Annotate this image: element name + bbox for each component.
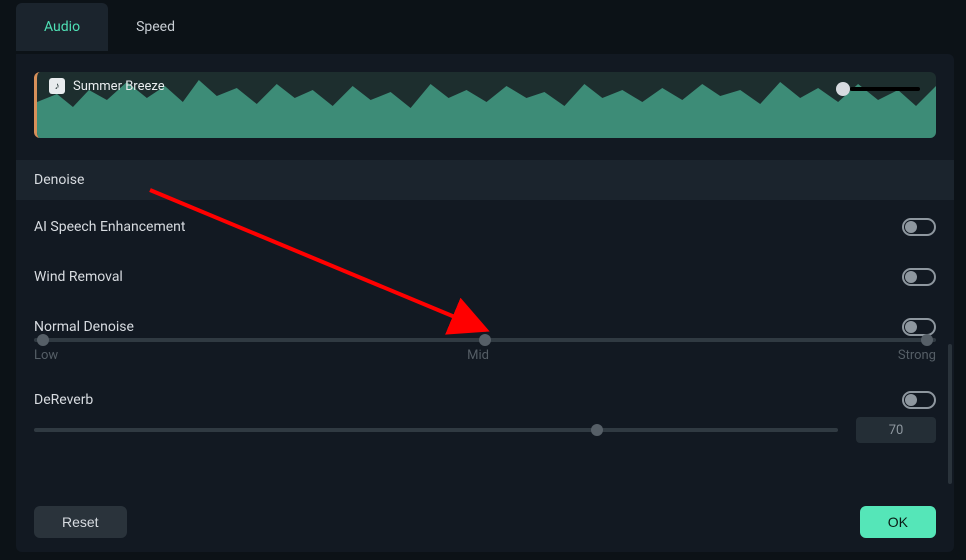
label-ai-speech: AI Speech Enhancement — [34, 219, 185, 235]
track-title: Summer Breeze — [73, 79, 165, 94]
ok-button[interactable]: OK — [860, 506, 936, 538]
footer: Reset OK — [34, 506, 936, 538]
dereverb-thumb[interactable] — [591, 424, 603, 436]
slider-strong-label: Strong — [898, 348, 936, 363]
label-normal-denoise: Normal Denoise — [34, 319, 134, 335]
scrollbar[interactable] — [948, 344, 952, 484]
toggle-normal-denoise[interactable] — [902, 318, 936, 336]
reset-button[interactable]: Reset — [34, 506, 127, 538]
slider-thumb-mid[interactable] — [479, 334, 491, 346]
slider-low-label: Low — [34, 348, 58, 363]
dereverb-value[interactable]: 70 — [856, 417, 936, 443]
row-wind-removal: Wind Removal — [34, 250, 936, 300]
tab-speed[interactable]: Speed — [108, 3, 203, 51]
row-dereverb: DeReverb — [34, 373, 936, 417]
label-wind-removal: Wind Removal — [34, 269, 123, 285]
normal-denoise-slider[interactable] — [34, 338, 936, 342]
waveform-graphic — [37, 72, 936, 138]
content-area: ♪ Summer Breeze Denoise AI Speech Enhanc… — [16, 54, 954, 552]
handle-dot — [836, 82, 850, 96]
handle-bar — [850, 87, 920, 91]
toggle-ai-speech[interactable] — [902, 218, 936, 236]
slider-thumb-end[interactable] — [921, 334, 933, 346]
toggle-wind-removal[interactable] — [902, 268, 936, 286]
track-label: ♪ Summer Breeze — [49, 78, 165, 94]
slider-thumb-start[interactable] — [37, 334, 49, 346]
tab-audio[interactable]: Audio — [16, 3, 108, 51]
volume-handle[interactable] — [836, 82, 920, 96]
audio-panel: Audio Speed ♪ Summer Breeze Denoise AI S… — [16, 0, 954, 552]
label-dereverb: DeReverb — [34, 392, 93, 408]
dereverb-slider[interactable] — [34, 428, 838, 432]
slider-mid-label: Mid — [467, 348, 489, 363]
section-denoise: Denoise — [16, 160, 954, 200]
waveform-track[interactable]: ♪ Summer Breeze — [34, 72, 936, 138]
normal-denoise-slider-wrap: Low Mid Strong — [34, 338, 936, 373]
row-ai-speech: AI Speech Enhancement — [34, 200, 936, 250]
tabs: Audio Speed — [16, 0, 954, 54]
dereverb-slider-row: 70 — [34, 417, 936, 443]
slider-labels: Low Mid Strong — [34, 348, 936, 363]
toggle-dereverb[interactable] — [902, 391, 936, 409]
music-icon: ♪ — [49, 78, 65, 94]
